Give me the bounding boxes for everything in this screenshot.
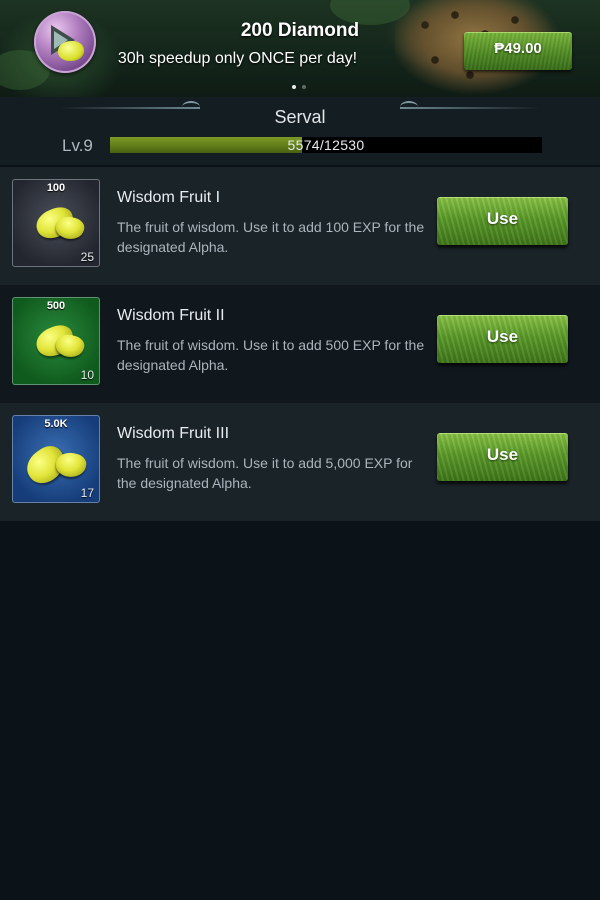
- item-count: 25: [80, 250, 94, 264]
- use-button[interactable]: Use: [437, 197, 568, 245]
- exp-progress-bar: 5574/12530: [110, 137, 542, 153]
- item-description: The fruit of wisdom. Use it to add 100 E…: [117, 219, 425, 255]
- item-icon-frame[interactable]: 500 10: [12, 297, 100, 385]
- item-value-badge: 5.0K: [44, 418, 68, 430]
- offer-title: 200 Diamond: [240, 20, 360, 41]
- item-value-badge: 100: [46, 182, 66, 194]
- item-description: The fruit of wisdom. Use it to add 5,000…: [117, 455, 413, 491]
- animal-header: Serval Lv.9: [0, 97, 600, 165]
- speedup-diamond-icon: [34, 11, 96, 73]
- item-icon-frame[interactable]: 100 25: [12, 179, 100, 267]
- list-item: 500 10 Wisdom Fruit II The fruit of wisd…: [0, 285, 600, 403]
- item-title: Wisdom Fruit III: [117, 425, 230, 442]
- ornament-right: [400, 101, 540, 109]
- ornament-left: [60, 101, 200, 109]
- item-title: Wisdom Fruit I: [117, 189, 221, 206]
- animal-level: Lv.9: [62, 136, 93, 155]
- carousel-dot[interactable]: [292, 85, 296, 89]
- offer-banner[interactable]: 200 Diamond 30h speedup only ONCE per da…: [0, 0, 600, 98]
- carousel-dots: [289, 76, 309, 89]
- item-count: 10: [80, 368, 94, 382]
- buy-offer-button[interactable]: ₱49.00: [464, 32, 572, 70]
- use-button[interactable]: Use: [437, 315, 568, 363]
- exp-progress-text: 5574/12530: [287, 137, 365, 153]
- item-description: The fruit of wisdom. Use it to add 500 E…: [117, 337, 425, 373]
- item-title: Wisdom Fruit II: [117, 307, 225, 324]
- use-button[interactable]: Use: [437, 433, 568, 481]
- animal-name: Serval: [274, 107, 326, 127]
- item-count: 17: [80, 486, 94, 500]
- list-item: 5.0K 17 Wisdom Fruit III The fruit of wi…: [0, 403, 600, 521]
- item-value-badge: 500: [46, 300, 66, 312]
- list-item: 100 25 Wisdom Fruit I The fruit of wisdo…: [0, 167, 600, 285]
- item-icon-frame[interactable]: 5.0K 17: [12, 415, 100, 503]
- offer-subtitle: 30h speedup only ONCE per day!: [117, 50, 358, 67]
- carousel-dot[interactable]: [302, 85, 306, 89]
